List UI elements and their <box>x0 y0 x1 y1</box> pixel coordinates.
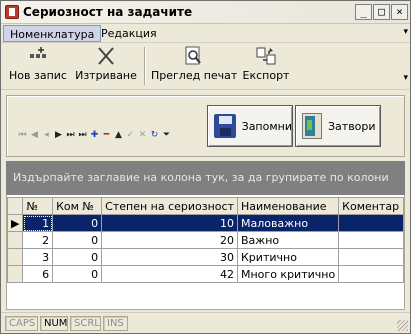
cell-num[interactable]: 3 <box>22 248 54 266</box>
title-bar[interactable]: Сериозност на задачите _ □ × <box>1 1 410 24</box>
nav-last-icon[interactable]: ⏭ <box>77 129 88 141</box>
export-button[interactable]: Експорт <box>241 45 291 87</box>
cell-name[interactable]: Много критично <box>236 265 340 283</box>
toolbar: Нов запис Изтриване Преглед печат Експор… <box>1 43 410 90</box>
nav-next-icon[interactable]: ▶ <box>53 129 64 141</box>
status-scrl: SCRL <box>70 316 101 331</box>
app-window: Сериозност на задачите _ □ × Номенклатур… <box>0 0 411 334</box>
export-label: Експорт <box>242 69 290 82</box>
cell-com-num[interactable]: 0 <box>52 214 103 232</box>
close-window-button[interactable]: × <box>391 4 408 20</box>
new-record-label: Нов запис <box>9 69 67 82</box>
nav-cancel-icon[interactable]: ✕ <box>137 129 148 141</box>
toolbar-separator <box>144 47 146 85</box>
export-icon <box>255 45 277 67</box>
nav-delete-icon[interactable]: ━ <box>101 129 112 141</box>
cell-comment[interactable] <box>338 248 404 266</box>
menu-edit[interactable]: Редакция <box>95 25 163 42</box>
cell-severity[interactable]: 42 <box>101 265 238 283</box>
cell-num[interactable]: 2 <box>22 231 54 249</box>
menu-bar: Номенклатура Редакция ▾ <box>1 24 410 43</box>
action-panel: ⏮ ◀ ◂ ▶ ⏭ ⏭ ✚ ━ ▲ ✓ ✕ ↻ ⏷ Запомни Затвор… <box>6 95 405 157</box>
cell-num[interactable]: 1 <box>22 214 54 232</box>
row-indicator-icon: ▶ <box>6 214 24 232</box>
delete-label: Изтриване <box>75 69 137 82</box>
save-label: Запомни <box>241 119 292 133</box>
resize-grip-icon[interactable] <box>397 320 408 331</box>
nav-post-icon[interactable]: ✓ <box>125 129 136 141</box>
column-header-severity[interactable]: Степен на сериозност <box>101 197 238 215</box>
delete-icon <box>95 45 117 67</box>
new-record-button[interactable]: Нов запис <box>9 45 67 87</box>
cell-com-num[interactable]: 0 <box>52 265 103 283</box>
cell-comment[interactable] <box>338 231 404 249</box>
nav-prior-page-icon[interactable]: ◀ <box>29 129 40 141</box>
table-row[interactable]: ▶ 1 0 10 Маловажно <box>6 214 404 232</box>
record-navigator: ⏮ ◀ ◂ ▶ ⏭ ⏭ ✚ ━ ▲ ✓ ✕ ↻ ⏷ <box>17 129 172 143</box>
cell-comment[interactable] <box>338 265 404 283</box>
column-header-num[interactable]: № <box>22 197 54 215</box>
nav-filter-icon[interactable]: ⏷ <box>161 129 172 141</box>
cell-severity[interactable]: 10 <box>101 214 238 232</box>
app-icon[interactable] <box>5 5 19 19</box>
cell-com-num[interactable]: 0 <box>52 231 103 249</box>
nav-prior-icon[interactable]: ◂ <box>41 129 52 141</box>
nav-refresh-icon[interactable]: ↻ <box>149 129 160 141</box>
nav-edit-icon[interactable]: ▲ <box>113 129 124 141</box>
cell-name[interactable]: Критично <box>236 248 340 266</box>
minimize-button[interactable]: _ <box>355 4 372 20</box>
save-button[interactable]: Запомни <box>207 105 293 147</box>
column-header-comment[interactable]: Коментар <box>338 197 404 215</box>
print-preview-icon <box>182 45 204 67</box>
cell-name[interactable]: Маловажно <box>236 214 340 232</box>
menu-nomenclature[interactable]: Номенклатура <box>3 25 102 42</box>
maximize-button[interactable]: □ <box>373 4 390 20</box>
cell-comment[interactable] <box>338 214 404 232</box>
exit-door-icon <box>302 113 322 139</box>
new-record-icon <box>27 45 49 67</box>
data-grid: № Ком № Степен на сериозност Наименовани… <box>6 195 405 310</box>
status-ins: INS <box>103 316 128 331</box>
cell-name[interactable]: Важно <box>236 231 340 249</box>
menu-overflow-icon[interactable]: ▾ <box>403 27 408 37</box>
row-indicator <box>6 248 24 266</box>
column-header-com-num[interactable]: Ком № <box>52 197 103 215</box>
cell-num[interactable]: 6 <box>22 265 54 283</box>
cell-severity[interactable]: 20 <box>101 231 238 249</box>
group-by-panel[interactable]: Издърпайте заглавие на колона тук, за да… <box>6 161 405 195</box>
group-by-hint: Издърпайте заглавие на колона тук, за да… <box>13 171 389 184</box>
row-indicator <box>6 265 24 283</box>
print-preview-label: Преглед печат <box>151 69 238 82</box>
print-preview-button[interactable]: Преглед печат <box>151 45 238 87</box>
status-num: NUM <box>40 316 68 331</box>
nav-first-icon[interactable]: ⏮ <box>17 129 28 141</box>
header-row: № Ком № Степен на сериозност Наименовани… <box>6 197 404 215</box>
nav-insert-icon[interactable]: ✚ <box>89 129 100 141</box>
table-row[interactable]: 6 0 42 Много критично <box>6 265 404 283</box>
close-button[interactable]: Затвори <box>295 105 381 147</box>
close-label: Затвори <box>328 119 376 133</box>
row-indicator <box>6 231 24 249</box>
row-indicator-header <box>6 197 24 215</box>
floppy-disk-icon <box>214 114 236 138</box>
table-row[interactable]: 2 0 20 Важно <box>6 231 404 249</box>
status-bar: CAPS NUM SCRL INS <box>1 312 410 333</box>
toolbar-overflow-icon[interactable]: ▾ <box>403 73 408 83</box>
severity-table: № Ком № Степен на сериозност Наименовани… <box>6 197 404 283</box>
column-header-name[interactable]: Наименование <box>236 197 340 215</box>
delete-button[interactable]: Изтриване <box>75 45 137 87</box>
table-row[interactable]: 3 0 30 Критично <box>6 248 404 266</box>
window-title: Сериозност на задачите <box>23 5 193 19</box>
cell-com-num[interactable]: 0 <box>52 248 103 266</box>
nav-next-page-icon[interactable]: ⏭ <box>65 129 76 141</box>
cell-severity[interactable]: 30 <box>101 248 238 266</box>
status-caps: CAPS <box>5 316 38 331</box>
